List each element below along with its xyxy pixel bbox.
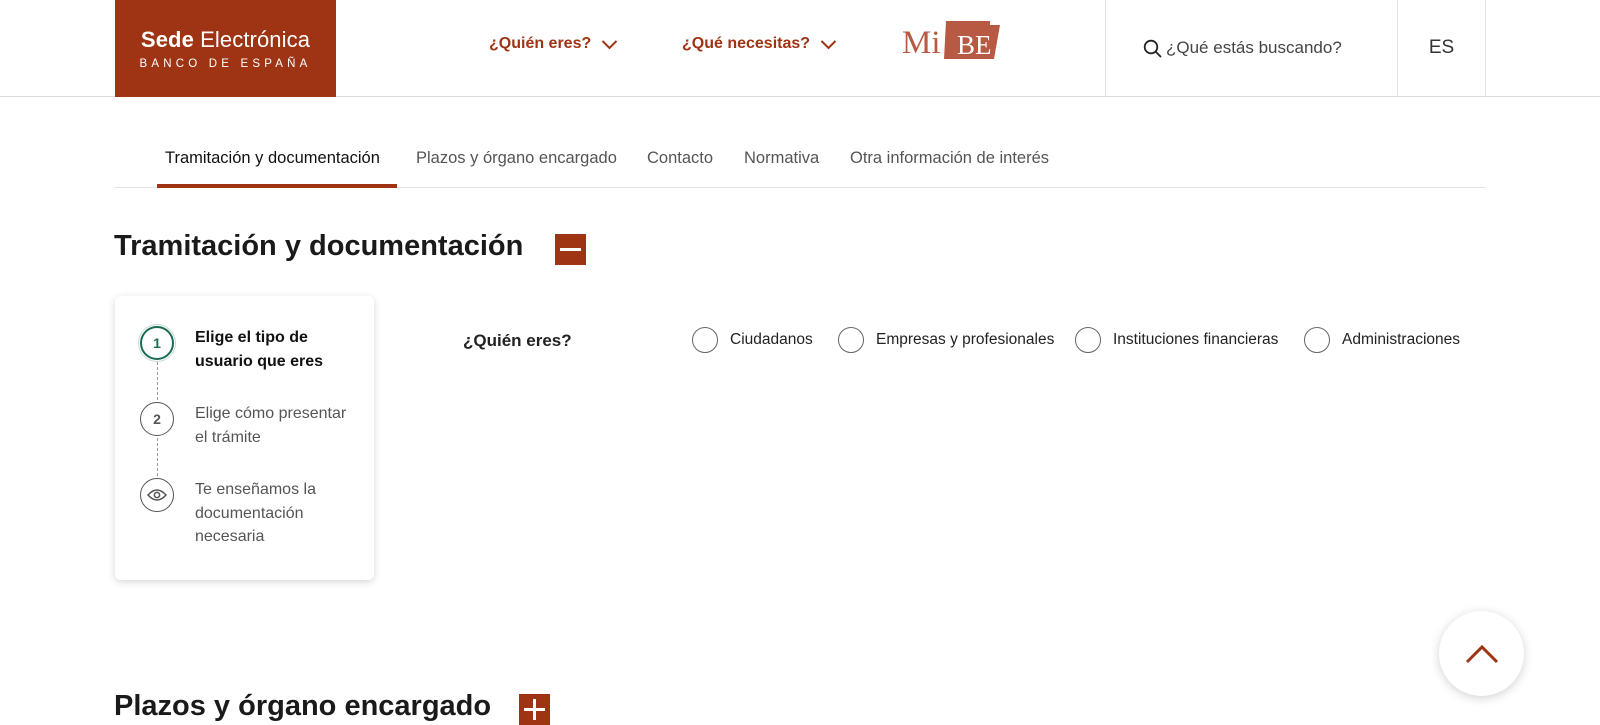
step-marker-3 [140,478,174,512]
section-tabs: Tramitación y documentación Plazos y órg… [114,136,1486,188]
minus-icon [560,248,581,251]
logo-title: Sede Electrónica [140,27,311,52]
header-divider [1485,0,1486,96]
back-to-top-button[interactable] [1439,611,1524,696]
language-selector[interactable]: ES [1398,0,1485,96]
search-input[interactable] [1166,38,1366,58]
radio-button[interactable] [692,327,718,353]
step-label-1: Elige el tipo de usuario que eres [195,329,324,370]
mibe-logo-mi: Mi [902,25,941,61]
nav-que-necesitas[interactable]: ¿Qué necesitas? [682,32,837,56]
radio-empresas[interactable]: Empresas y profesionales [838,327,1054,353]
chevron-down-icon [602,39,618,49]
step-connector [157,362,158,400]
section-title-tramitacion: Tramitación y documentación [114,230,524,262]
step-marker-1: 1 [140,326,174,360]
steps-card: 1 Elige el tipo de usuario que eres 2 El… [115,296,374,580]
step-label-2: Elige cómo presentar el trámite [195,405,347,446]
tab-otra-informacion[interactable]: Otra información de interés [850,149,1049,168]
mibe-logo[interactable]: Mi BE [902,19,1002,61]
radio-label: Administraciones [1342,331,1461,348]
radio-label: Empresas y profesionales [876,331,1055,348]
tab-plazos[interactable]: Plazos y órgano encargado [416,149,617,168]
radio-button[interactable] [1075,327,1101,353]
logo-subtitle: BANCO DE ESPAÑA [139,58,312,70]
active-tab-indicator [157,184,397,188]
tab-normativa[interactable]: Normativa [744,149,819,168]
step-connector [157,438,158,476]
radio-button[interactable] [838,327,864,353]
tab-contacto[interactable]: Contacto [647,149,713,168]
radio-instituciones[interactable]: Instituciones financieras [1075,327,1278,353]
nav-quien-eres-label: ¿Quién eres? [489,35,592,52]
site-header: Sede Electrónica BANCO DE ESPAÑA ¿Quién … [0,0,1600,97]
radio-button[interactable] [1304,327,1330,353]
expand-section-button[interactable] [519,694,550,725]
radio-label: Ciudadanos [730,331,813,348]
question-label: ¿Quién eres? [463,331,572,350]
radio-label: Instituciones financieras [1113,331,1279,348]
step-label-3: Te enseñamos la documentación necesaria [195,481,316,545]
nav-que-necesitas-label: ¿Qué necesitas? [682,35,811,52]
chevron-up-icon [1465,644,1498,663]
section-title-plazos: Plazos y órgano encargado [114,690,492,722]
tab-tramitacion[interactable]: Tramitación y documentación [165,149,380,168]
chevron-down-icon [820,39,837,49]
search-box[interactable] [1105,0,1397,96]
collapse-section-button[interactable] [555,234,586,265]
plus-icon [524,699,545,720]
site-logo[interactable]: Sede Electrónica BANCO DE ESPAÑA [115,0,336,97]
step-marker-2: 2 [140,402,174,436]
mibe-logo-be: BE [957,30,992,60]
nav-quien-eres[interactable]: ¿Quién eres? [489,32,618,56]
eye-icon [147,489,167,501]
radio-ciudadanos[interactable]: Ciudadanos [692,327,813,353]
search-icon [1143,39,1162,57]
radio-administraciones[interactable]: Administraciones [1304,327,1460,353]
